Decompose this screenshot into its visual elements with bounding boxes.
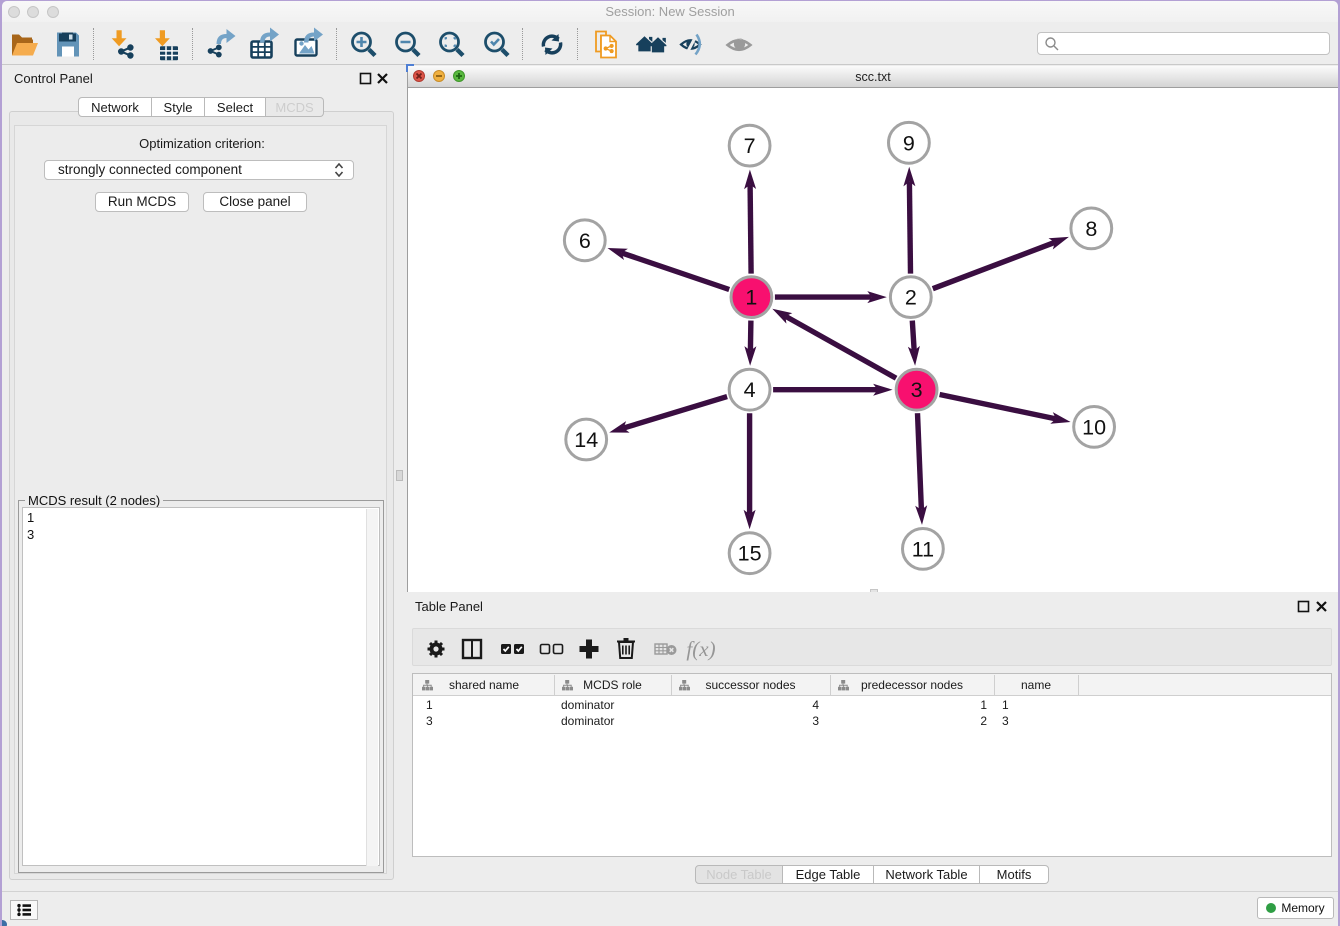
svg-text:6: 6 xyxy=(579,229,591,253)
svg-text:11: 11 xyxy=(912,537,934,561)
svg-text:3: 3 xyxy=(911,378,923,402)
svg-text:4: 4 xyxy=(744,378,756,402)
svg-text:f(x): f(x) xyxy=(686,637,715,661)
svg-text:9: 9 xyxy=(903,131,915,155)
svg-text:14: 14 xyxy=(574,428,598,452)
svg-text:8: 8 xyxy=(1085,217,1097,241)
svg-text:15: 15 xyxy=(738,542,762,566)
svg-text:7: 7 xyxy=(744,134,756,158)
svg-text:2: 2 xyxy=(905,286,917,310)
svg-text:1: 1 xyxy=(745,286,757,310)
svg-text:10: 10 xyxy=(1082,415,1106,439)
